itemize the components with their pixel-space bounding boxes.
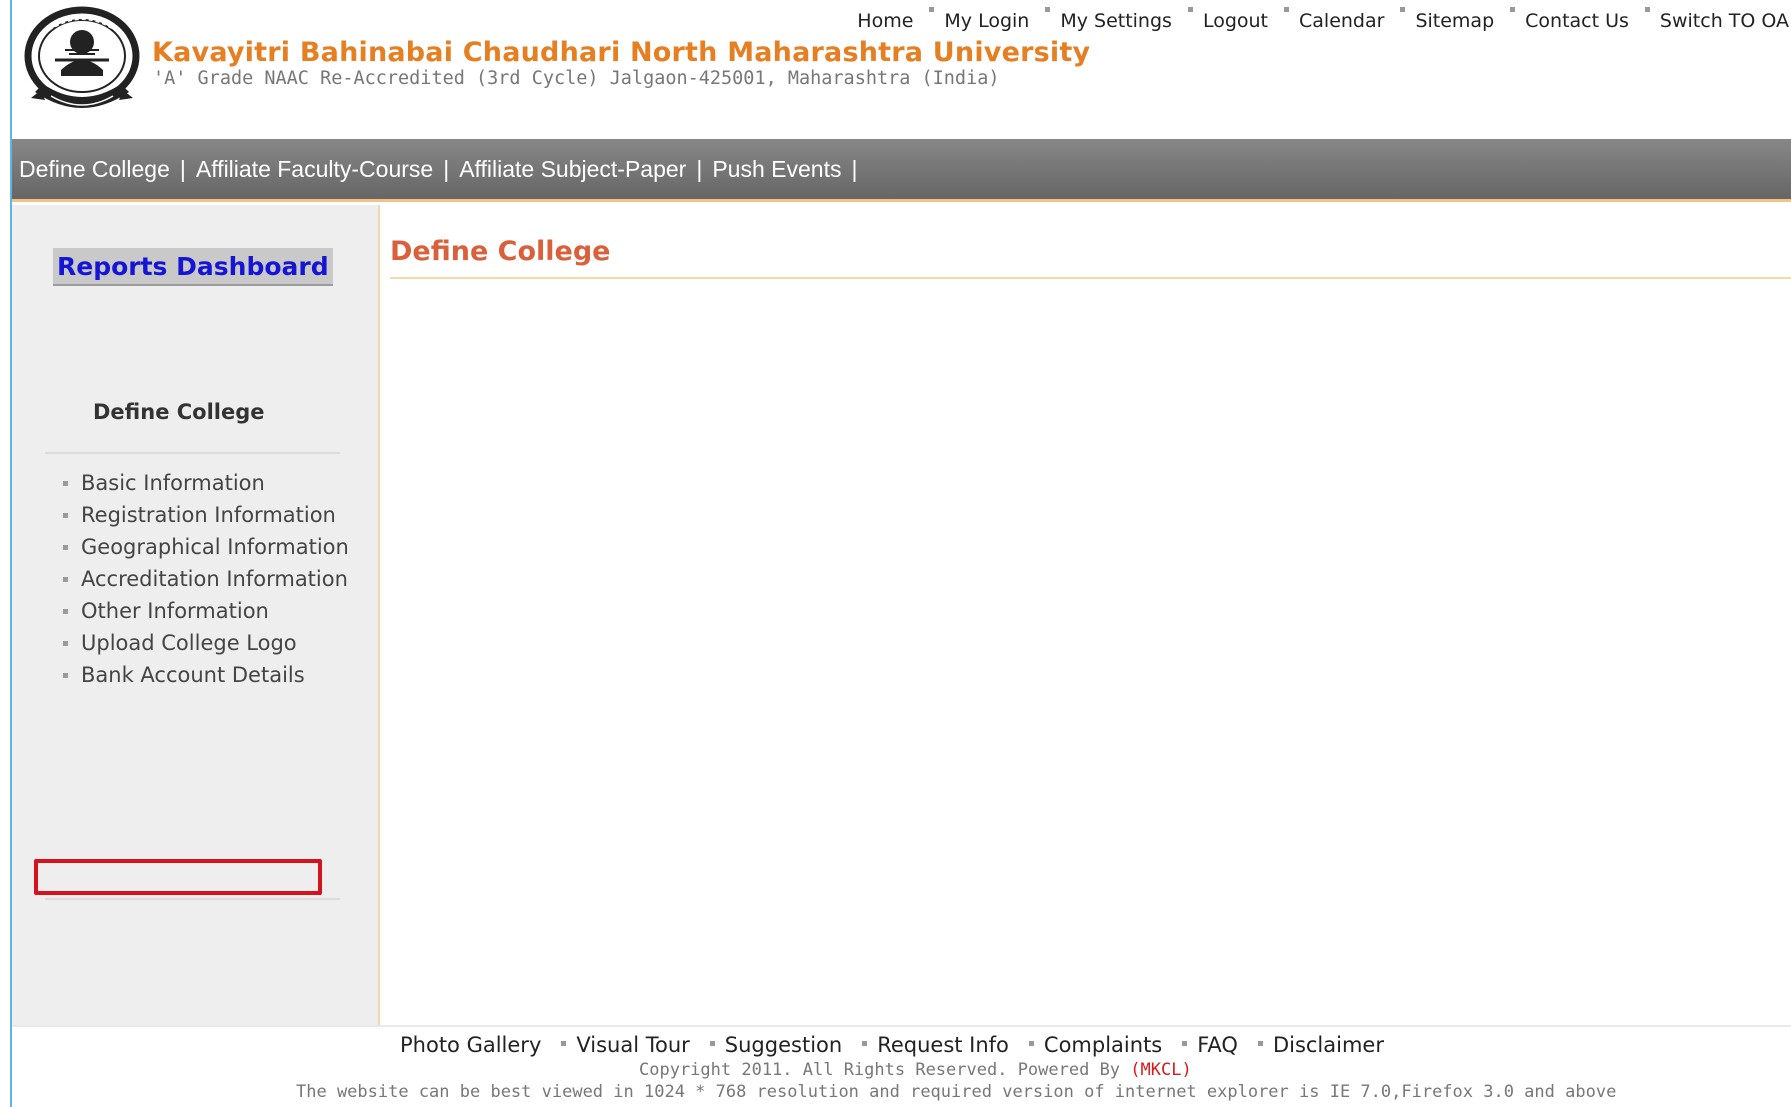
bullet-icon [1045, 7, 1051, 12]
bullet-icon [63, 640, 68, 646]
header: Kavayitri Bahinabai Chaudhari North Maha… [12, 0, 1791, 139]
main-content: Define College [380, 205, 1791, 1025]
toplink-home[interactable]: Home [857, 10, 913, 32]
sidebar-item-geographical-information[interactable]: Geographical Information [52, 531, 349, 563]
sidebar-item-label: Bank Account Details [81, 663, 305, 687]
sidebar-item-other-information[interactable]: Other Information [52, 595, 349, 627]
sidebar-item-label: Upload College Logo [81, 631, 297, 655]
footer-links: Photo Gallery Visual Tour Suggestion Req… [400, 1033, 1384, 1057]
sidebar-item-accreditation-information[interactable]: Accreditation Information [52, 563, 349, 595]
bullet-icon [63, 576, 68, 582]
sidebar-menu: Basic Information Registration Informati… [52, 467, 349, 691]
divider [45, 452, 340, 454]
toplink-calendar[interactable]: Calendar [1299, 10, 1384, 32]
sidebar-item-registration-information[interactable]: Registration Information [52, 499, 349, 531]
toplink-logout[interactable]: Logout [1203, 10, 1268, 32]
mkcl-link[interactable]: (MKCL) [1130, 1060, 1191, 1080]
bullet-icon [63, 480, 68, 486]
page: Kavayitri Bahinabai Chaudhari North Maha… [10, 0, 1791, 1107]
sidebar-item-label: Accreditation Information [81, 567, 348, 591]
copyright-prefix: Copyright 2011. All Rights Reserved. Pow… [639, 1060, 1131, 1080]
bullet-icon [1257, 1040, 1263, 1046]
university-seal-icon[interactable] [21, 6, 143, 124]
toplink-switch-to-oa[interactable]: Switch TO OA [1660, 10, 1789, 32]
bullet-icon [929, 7, 935, 12]
title-divider [390, 277, 1791, 279]
nav-define-college[interactable]: Define College [19, 156, 170, 183]
footer-link-faq[interactable]: FAQ [1197, 1033, 1238, 1057]
footer-link-disclaimer[interactable]: Disclaimer [1273, 1033, 1384, 1057]
sidebar-item-upload-college-logo[interactable]: Upload College Logo [52, 627, 349, 659]
bullet-icon [63, 672, 68, 678]
nav-separator: | [696, 155, 703, 182]
nav-separator: | [443, 155, 450, 182]
footer-link-request-info[interactable]: Request Info [877, 1033, 1009, 1057]
sidebar-item-label: Geographical Information [81, 535, 349, 559]
copyright-text: Copyright 2011. All Rights Reserved. Pow… [639, 1060, 1192, 1080]
bullet-icon [1187, 7, 1193, 12]
sidebar-heading: Define College [93, 400, 265, 424]
university-subtitle: 'A' Grade NAAC Re-Accredited (3rd Cycle)… [153, 68, 1000, 89]
bullet-icon [1510, 7, 1516, 12]
main-nav: Define College | Affiliate Faculty-Cours… [12, 139, 1791, 202]
footer-link-complaints[interactable]: Complaints [1044, 1033, 1162, 1057]
toplink-my-login[interactable]: My Login [944, 10, 1029, 32]
bullet-icon [1644, 7, 1650, 12]
bullet-icon [63, 544, 68, 550]
footer-link-visual-tour[interactable]: Visual Tour [576, 1033, 689, 1057]
toplink-contact-us[interactable]: Contact Us [1525, 10, 1629, 32]
bullet-icon [63, 512, 68, 518]
sidebar: Reports Dashboard Define College Basic I… [12, 205, 380, 1025]
nav-push-events[interactable]: Push Events [712, 156, 841, 183]
bullet-icon [1400, 7, 1406, 12]
nav-affiliate-faculty-course[interactable]: Affiliate Faculty-Course [196, 156, 433, 183]
bullet-icon [1284, 7, 1289, 12]
bullet-icon [709, 1040, 715, 1046]
divider [45, 898, 340, 900]
reports-dashboard-button[interactable]: Reports Dashboard [53, 248, 333, 286]
sidebar-item-bank-account-details[interactable]: Bank Account Details [52, 659, 349, 691]
top-links: Home My Login My Settings Logout Calenda… [857, 7, 1789, 32]
sidebar-item-basic-information[interactable]: Basic Information [52, 467, 349, 499]
bullet-icon [1028, 1040, 1034, 1046]
toplink-my-settings[interactable]: My Settings [1060, 10, 1172, 32]
highlight-annotation-box [34, 859, 322, 895]
nav-separator: | [179, 155, 186, 182]
page-title: Define College [390, 236, 611, 267]
bullet-icon [561, 1040, 567, 1046]
browser-note: The website can be best viewed in 1024 *… [296, 1082, 1617, 1102]
bullet-icon [862, 1040, 868, 1046]
sidebar-item-label: Other Information [81, 599, 269, 623]
sidebar-item-label: Registration Information [81, 503, 336, 527]
footer: Photo Gallery Visual Tour Suggestion Req… [12, 1025, 1791, 1107]
nav-affiliate-subject-paper[interactable]: Affiliate Subject-Paper [459, 156, 686, 183]
bullet-icon [1182, 1040, 1188, 1046]
sidebar-item-label: Basic Information [81, 471, 265, 495]
toplink-sitemap[interactable]: Sitemap [1415, 10, 1494, 32]
bullet-icon [63, 608, 68, 614]
nav-separator: | [851, 155, 858, 182]
university-title: Kavayitri Bahinabai Chaudhari North Maha… [152, 37, 1091, 68]
footer-link-suggestion[interactable]: Suggestion [725, 1033, 842, 1057]
footer-link-photo-gallery[interactable]: Photo Gallery [400, 1033, 541, 1057]
